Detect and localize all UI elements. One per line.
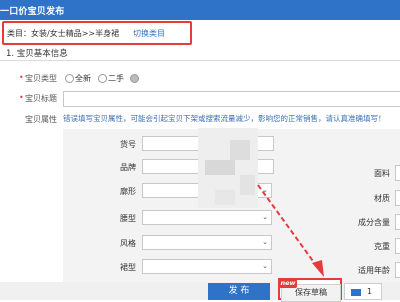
- envelope-icon: [351, 289, 361, 296]
- attr-weight-label: 克重: [374, 242, 390, 251]
- new-badge: new: [279, 279, 297, 288]
- type-label-star: •: [19, 73, 24, 82]
- attr-silhouette-label: 廓形: [120, 187, 136, 196]
- attr-style-label: 风格: [120, 239, 136, 248]
- message-count: 1: [367, 287, 373, 296]
- chevron-down-icon: ⌄: [262, 186, 268, 194]
- radio-new-label: 全新: [75, 74, 91, 83]
- title-label: 宝贝标题: [25, 94, 57, 103]
- radio-other[interactable]: [130, 74, 139, 83]
- attr-waist-label: 腰型: [120, 214, 136, 223]
- attr-style-select[interactable]: ⌄: [142, 235, 272, 250]
- chevron-down-icon: ⌄: [262, 262, 268, 270]
- switch-category-link[interactable]: 切换类目: [133, 28, 165, 39]
- attr-material-input[interactable]: [395, 190, 400, 206]
- attr-huohao-label: 货号: [120, 140, 136, 149]
- attr-label: 宝贝属性: [25, 115, 57, 124]
- mosaic-blur: [215, 190, 235, 205]
- chevron-down-icon: ⌄: [262, 238, 268, 246]
- attr-material-label: 材质: [374, 194, 390, 203]
- title-input[interactable]: [63, 91, 400, 107]
- attr-notice: 错误填写宝贝属性，可能会引起宝贝下架或搜索流量减少，影响您的正常销售，请认真准确…: [63, 114, 386, 123]
- publish-button[interactable]: 发 布: [208, 283, 270, 300]
- mosaic-blur: [240, 175, 255, 195]
- section-title: 1. 宝贝基本信息: [6, 49, 68, 59]
- title-label-star: •: [19, 93, 24, 102]
- type-label: 宝贝类型: [25, 74, 57, 83]
- mosaic-blur: [205, 160, 235, 175]
- chevron-down-icon: ⌄: [262, 213, 268, 221]
- attr-waist-select[interactable]: ⌄: [142, 210, 272, 225]
- category-label: 类目：女装/女士精品>>半身裙: [7, 29, 120, 38]
- window-titlebar: 一口价宝贝发布: [0, 0, 400, 20]
- attr-fabric-label: 面料: [374, 169, 390, 178]
- attr-skirt-type-select[interactable]: ⌄: [142, 259, 272, 274]
- category-box: 类目：女装/女士精品>>半身裙 切换类目: [2, 21, 192, 45]
- attr-weight-input[interactable]: [395, 238, 400, 254]
- attr-brand-label: 品牌: [120, 163, 136, 172]
- radio-used-label: 二手: [108, 74, 124, 83]
- attr-composition-label: 成分含量: [358, 218, 390, 227]
- attr-skirt-type-label: 裙型: [120, 263, 136, 272]
- attr-composition-input[interactable]: [395, 214, 400, 230]
- attr-age-label: 适用年龄: [358, 266, 390, 275]
- window-title: 一口价宝贝发布: [0, 7, 65, 17]
- message-button[interactable]: 1: [344, 283, 382, 300]
- mosaic-blur: [230, 140, 250, 160]
- radio-used[interactable]: [98, 74, 107, 83]
- attr-age-input[interactable]: [395, 262, 400, 278]
- attr-fabric-input[interactable]: [395, 165, 400, 181]
- radio-new[interactable]: [65, 74, 74, 83]
- divider: [0, 60, 400, 61]
